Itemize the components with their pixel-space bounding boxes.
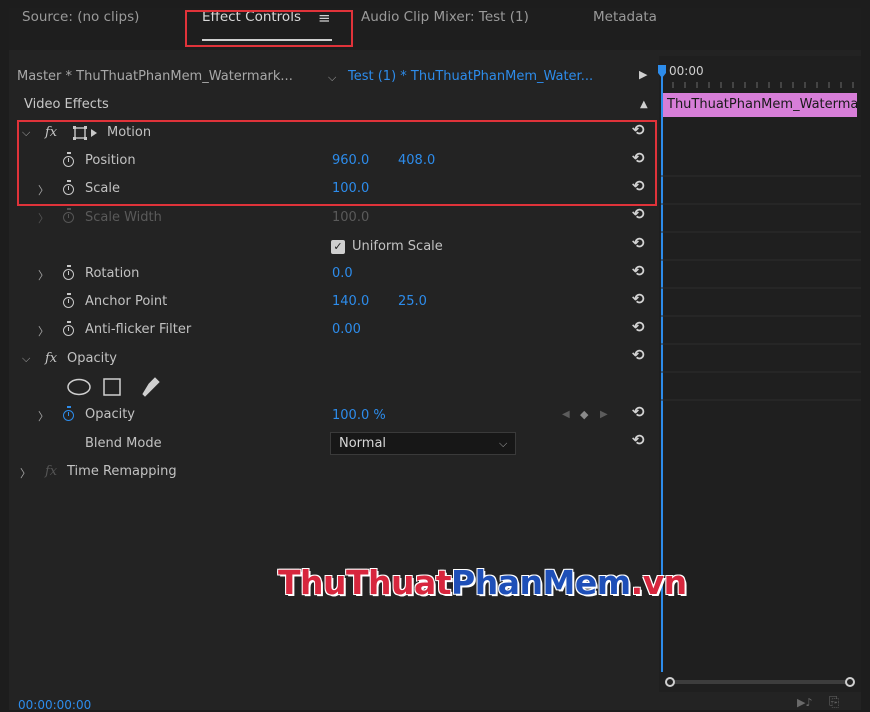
uniform-scale-label: Uniform Scale	[352, 239, 443, 254]
scale-label: Scale	[85, 181, 120, 196]
opacity-stopwatch-icon[interactable]	[63, 406, 74, 421]
watermark-part-1: ThuThuat	[278, 563, 452, 602]
chevron-down-icon[interactable]: ⌵	[328, 71, 336, 85]
active-tab-underline	[202, 39, 332, 41]
tab-source[interactable]: Source: (no clips)	[22, 9, 139, 25]
transform-handles-icon[interactable]	[73, 126, 103, 140]
reset-position-icon[interactable]: ⟲	[632, 149, 645, 167]
zoom-handle-right[interactable]	[845, 677, 855, 687]
motion-expand-chevron-icon[interactable]: ⌵	[22, 126, 30, 140]
rotation-stopwatch-icon[interactable]	[63, 265, 74, 280]
scale-width-label: Scale Width	[85, 210, 162, 225]
reset-scale-width-icon[interactable]: ⟲	[632, 205, 645, 223]
opacity-value[interactable]: 100.0 %	[332, 408, 386, 423]
scale-stopwatch-icon[interactable]	[63, 180, 74, 195]
rotation-expand-chevron-icon[interactable]: 〉	[38, 267, 49, 283]
position-label: Position	[85, 153, 136, 168]
scale-width-stopwatch-icon	[63, 208, 74, 223]
video-effects-header: Video Effects	[24, 97, 109, 112]
tab-effect-controls[interactable]: Effect Controls	[202, 9, 301, 25]
ellipse-mask-icon[interactable]	[67, 378, 91, 396]
reset-anchor-point-icon[interactable]: ⟲	[632, 290, 645, 308]
time-remapping-expand-chevron-icon[interactable]: 〉	[20, 465, 31, 481]
reset-scale-icon[interactable]: ⟲	[632, 177, 645, 195]
position-y-value[interactable]: 408.0	[398, 153, 435, 168]
master-clip-label[interactable]: Master * ThuThuatPhanMem_Watermark...	[17, 69, 293, 84]
blend-mode-value: Normal	[339, 436, 387, 451]
timeline-zoom-scrollbar[interactable]	[669, 680, 850, 684]
tab-audio-clip-mixer[interactable]: Audio Clip Mixer: Test (1)	[361, 9, 529, 25]
watermark-part-3: .vn	[630, 563, 688, 602]
reset-motion-icon[interactable]: ⟲	[632, 121, 645, 139]
play-only-clip-icon[interactable]: ▶	[639, 68, 647, 81]
reset-anti-flicker-icon[interactable]: ⟲	[632, 318, 645, 336]
tab-metadata[interactable]: Metadata	[593, 9, 657, 25]
anti-flicker-stopwatch-icon[interactable]	[63, 321, 74, 336]
sequence-clip-label[interactable]: Test (1) * ThuThuatPhanMem_Water...	[348, 69, 593, 84]
anchor-point-label: Anchor Point	[85, 294, 168, 309]
reset-rotation-icon[interactable]: ⟲	[632, 262, 645, 280]
play-audio-icon[interactable]: ▶♪	[797, 696, 812, 709]
collapse-up-icon[interactable]: ▲	[640, 99, 648, 110]
timeline-row-separators	[661, 175, 861, 401]
opacity-fx-toggle-icon[interactable]: fx	[45, 351, 57, 366]
anti-flicker-label: Anti-flicker Filter	[85, 322, 192, 337]
scale-expand-chevron-icon[interactable]: 〉	[38, 182, 49, 198]
blend-mode-label: Blend Mode	[85, 436, 162, 451]
reset-blend-mode-icon[interactable]: ⟲	[632, 431, 645, 449]
position-stopwatch-icon[interactable]	[63, 152, 74, 167]
export-frame-icon[interactable]: ⎘	[829, 695, 839, 710]
zoom-handle-left[interactable]	[665, 677, 675, 687]
rectangle-mask-icon[interactable]	[103, 378, 121, 396]
previous-keyframe-icon[interactable]: ◀	[562, 409, 570, 420]
anchor-point-stopwatch-icon[interactable]	[63, 293, 74, 308]
blend-mode-select[interactable]: Normal ⌵	[330, 432, 516, 455]
opacity-expand-chevron-icon[interactable]: ⌵	[22, 352, 30, 366]
scale-width-expand-chevron-icon: 〉	[38, 212, 49, 225]
anchor-point-x-value[interactable]: 140.0	[332, 294, 369, 309]
panel-menu-icon[interactable]: ≡	[318, 9, 331, 27]
time-remapping-fx-icon: fx	[45, 464, 58, 479]
rotation-label: Rotation	[85, 266, 140, 281]
opacity-label: Opacity	[85, 407, 136, 422]
pen-mask-icon[interactable]	[142, 377, 160, 397]
opacity-group-title: Opacity	[67, 351, 118, 366]
blend-mode-chevron-icon: ⌵	[499, 437, 508, 450]
anti-flicker-expand-chevron-icon[interactable]: 〉	[38, 323, 49, 339]
fx-toggle-icon[interactable]: fx	[45, 125, 57, 140]
mask-tools	[67, 377, 160, 397]
reset-uniform-scale-icon[interactable]: ⟲	[632, 234, 645, 252]
scale-width-value: 100.0	[332, 210, 370, 225]
rotation-value[interactable]: 0.0	[332, 266, 353, 281]
anti-flicker-value[interactable]: 0.00	[332, 322, 361, 337]
motion-title: Motion	[107, 125, 152, 140]
timeline-ruler-timecode: 00:00	[669, 64, 704, 78]
reset-opacity-group-icon[interactable]: ⟲	[632, 346, 645, 364]
position-x-value[interactable]: 960.0	[332, 153, 369, 168]
add-keyframe-icon[interactable]: ◆	[580, 408, 588, 421]
opacity-property-expand-chevron-icon[interactable]: 〉	[38, 408, 49, 424]
anchor-point-y-value[interactable]: 25.0	[398, 294, 427, 309]
time-remapping-title: Time Remapping	[67, 464, 177, 479]
uniform-scale-checkbox[interactable]: ✓	[331, 240, 345, 254]
next-keyframe-icon[interactable]: ▶	[600, 409, 608, 420]
watermark-part-2: PhanMem	[451, 563, 631, 602]
timeline-clip[interactable]: ThuThuatPhanMem_Watermark	[663, 93, 857, 117]
scale-value[interactable]: 100.0	[332, 181, 369, 196]
reset-opacity-icon[interactable]: ⟲	[632, 403, 645, 421]
watermark-logo: ThuThuatPhanMem.vn	[278, 563, 687, 602]
